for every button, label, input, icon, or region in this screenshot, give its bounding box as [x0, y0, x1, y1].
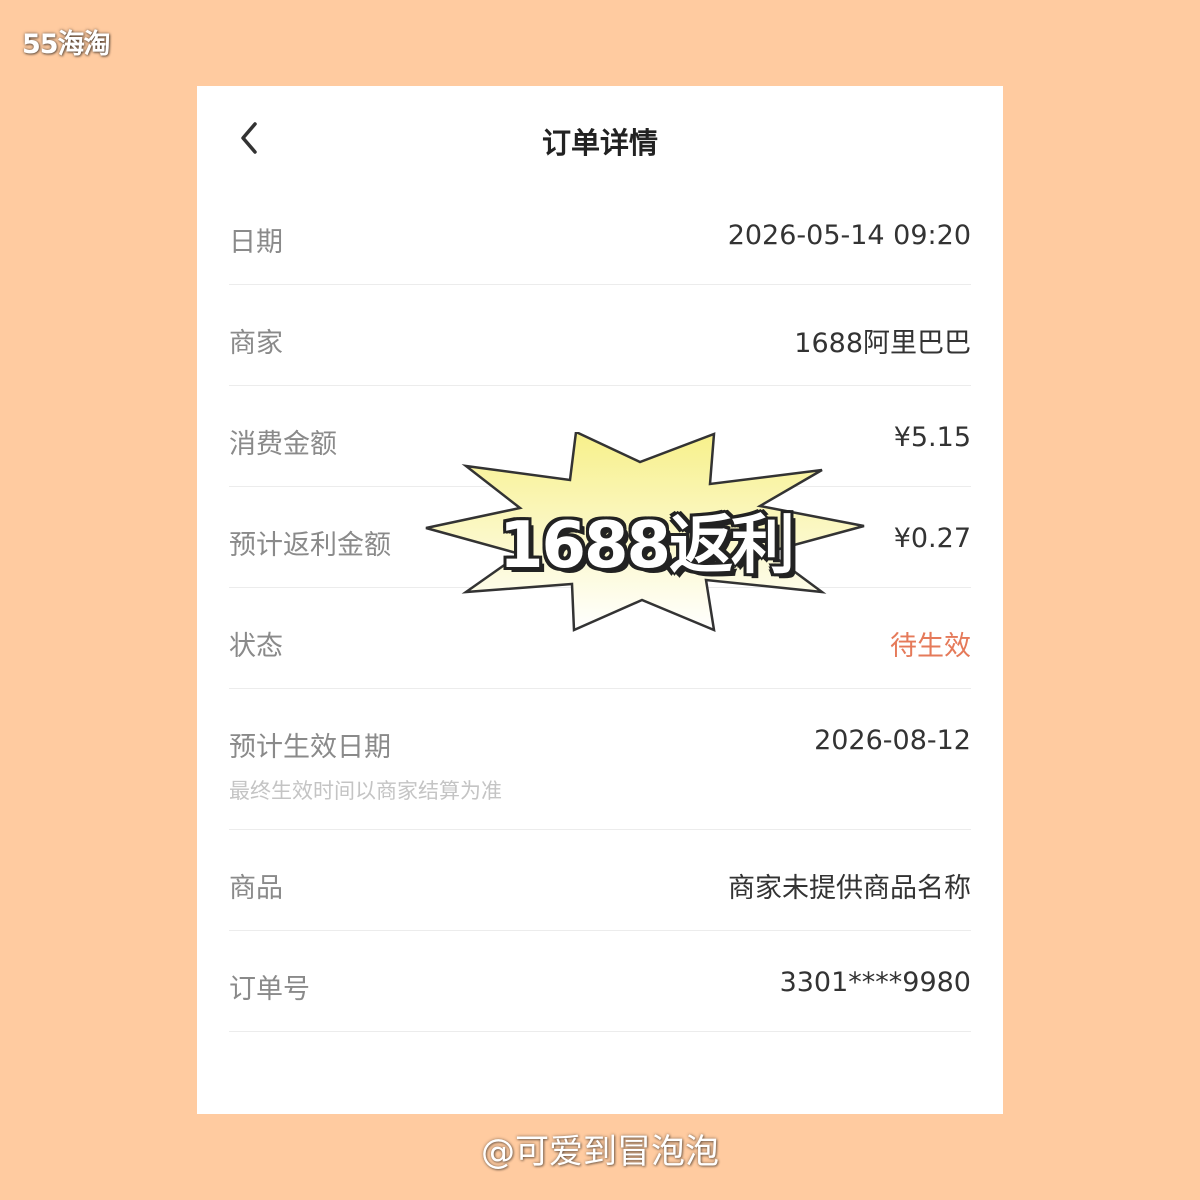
row-merchant: 商家 1688阿里巴巴	[229, 285, 971, 386]
row-label: 订单号	[229, 974, 310, 1005]
watermark-top: 55海淘	[22, 29, 111, 60]
row-label: 预计返利金额	[229, 530, 391, 561]
row-product: 商品 商家未提供商品名称	[229, 830, 971, 931]
row-effective-date: 预计生效日期 2026-08-12 最终生效时间以商家结算为准	[229, 689, 971, 830]
row-label: 状态	[229, 631, 283, 662]
row-value: ¥0.27	[893, 523, 971, 554]
row-value: 商家未提供商品名称	[728, 873, 971, 904]
row-label: 商品	[229, 873, 283, 904]
row-value: 2026-08-12	[814, 725, 971, 756]
watermark-bottom: @可爱到冒泡泡	[481, 1132, 719, 1172]
row-date: 日期 2026-05-14 09:20	[229, 184, 971, 285]
nav-bar: 订单详情	[197, 86, 1003, 190]
row-label: 消费金额	[229, 429, 337, 460]
status-value: 待生效	[890, 631, 971, 662]
row-value: 3301****9980	[779, 967, 971, 998]
row-hint: 最终生效时间以商家结算为准	[229, 779, 502, 803]
rebate-badge-text: 1688返利	[498, 509, 795, 583]
page-title: 订单详情	[541, 126, 658, 160]
row-value: 1688阿里巴巴	[794, 328, 971, 359]
row-order-number: 订单号 3301****9980	[229, 931, 971, 1032]
row-label: 商家	[229, 328, 283, 359]
row-label: 日期	[229, 227, 283, 258]
row-value: ¥5.15	[893, 422, 971, 453]
row-value: 2026-05-14 09:20	[727, 220, 971, 251]
row-label: 预计生效日期	[229, 732, 391, 763]
